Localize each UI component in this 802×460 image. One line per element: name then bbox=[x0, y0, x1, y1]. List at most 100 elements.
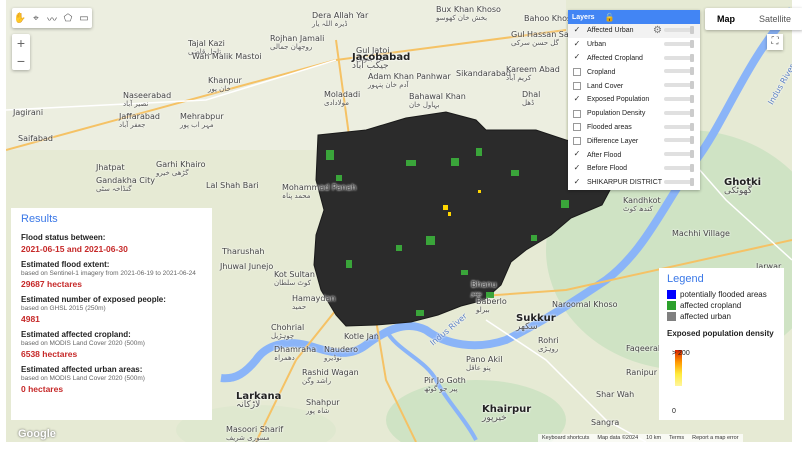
opacity-slider[interactable] bbox=[664, 39, 694, 48]
place-mehrabpur: Mehrabpur مہر اب پور bbox=[180, 112, 224, 129]
hand-icon[interactable]: ✋ bbox=[12, 9, 28, 27]
opacity-slider[interactable] bbox=[664, 67, 694, 76]
urban-value: 0 hectares bbox=[21, 384, 64, 394]
layer-row[interactable]: ✓ Affected Urban ⚙ bbox=[568, 24, 700, 38]
opacity-slider[interactable] bbox=[664, 150, 694, 159]
layer-row[interactable]: Flooded areas bbox=[568, 121, 700, 135]
flood-status-value: 2021-06-15 and 2021-06-30 bbox=[21, 244, 128, 254]
layer-label: Exposed Population bbox=[587, 96, 650, 104]
gear-icon[interactable]: ⚙ bbox=[653, 25, 662, 36]
place-bhanu: Bhanu بھنو bbox=[471, 280, 497, 297]
layer-checkbox[interactable] bbox=[573, 68, 581, 77]
scale-text: 10 km bbox=[646, 435, 662, 441]
lock-icon[interactable]: 🔓 bbox=[605, 13, 615, 22]
layer-checkbox[interactable] bbox=[573, 109, 581, 118]
place-pir-jo-goth: Pir Jo Goth پیر جو گوٹھ bbox=[424, 376, 466, 393]
layer-label: Affected Urban bbox=[587, 27, 634, 35]
place-rashid-wagan: Rashid Wagan راشد وگن bbox=[302, 368, 359, 385]
place-saifabad: Saifabad bbox=[18, 134, 53, 143]
layer-row[interactable]: ✓ Urban bbox=[568, 38, 700, 52]
layer-row[interactable]: ✓ SHIKARPUR DISTRICT bbox=[568, 176, 700, 190]
layer-checkbox[interactable]: ✓ bbox=[573, 150, 581, 159]
place-naudero: Naudero نوڈیرو bbox=[324, 345, 358, 362]
place-sangra: Sangra bbox=[591, 418, 620, 427]
layer-checkbox[interactable]: ✓ bbox=[573, 25, 581, 35]
layer-checkbox[interactable]: ✓ bbox=[573, 53, 581, 62]
polygon-icon[interactable]: ⬠ bbox=[60, 9, 76, 27]
legend-label: potentially flooded areas bbox=[680, 290, 767, 299]
opacity-slider[interactable] bbox=[664, 108, 694, 117]
rectangle-icon[interactable]: ▭ bbox=[76, 9, 92, 27]
place-ranipur: Ranipur bbox=[626, 368, 658, 377]
terms-link[interactable]: Terms bbox=[669, 434, 684, 442]
place-hamaydan: Hamaydan حمید bbox=[292, 294, 336, 311]
legend-panel: Legend potentially flooded areas affecte… bbox=[659, 268, 784, 420]
layer-row[interactable]: Difference Layer bbox=[568, 134, 700, 148]
place-gandakha-city: Gandakha City گنڈاخہ سٹی bbox=[96, 176, 155, 193]
extent-sub: based on Sentinel-1 imagery from 2021-06… bbox=[21, 270, 196, 277]
layer-checkbox[interactable]: ✓ bbox=[573, 163, 581, 173]
people-label: Estimated number of exposed people: bbox=[21, 295, 166, 304]
place-rohri: Rohri روہڑی bbox=[538, 336, 559, 353]
legend-title: Legend bbox=[667, 273, 704, 285]
layer-label: Flooded areas bbox=[587, 123, 632, 131]
fullscreen-icon[interactable]: ⛶ bbox=[767, 34, 783, 50]
marker-icon[interactable]: ⌖ bbox=[28, 9, 44, 27]
layer-row[interactable]: ✓ After Flood bbox=[568, 148, 700, 162]
legend-swatch-urban bbox=[667, 312, 676, 321]
map-type-map-button[interactable]: Map bbox=[705, 8, 747, 30]
people-value: 4981 bbox=[21, 314, 40, 324]
layer-row[interactable]: ✓ Exposed Population bbox=[568, 93, 700, 107]
report-error-link[interactable]: Report a map error bbox=[692, 434, 738, 442]
opacity-slider[interactable] bbox=[664, 53, 694, 62]
map-type-satellite-button[interactable]: Satellite bbox=[747, 8, 802, 30]
keyboard-shortcuts-link[interactable]: Keyboard shortcuts bbox=[542, 434, 589, 442]
urban-sub: based on MODIS Land Cover 2020 (500m) bbox=[21, 375, 145, 382]
legend-label: affected cropland bbox=[680, 301, 742, 310]
place-jacobabad: Jacobabad جیکب آباد bbox=[352, 52, 411, 71]
opacity-slider[interactable] bbox=[664, 177, 694, 186]
layer-checkbox[interactable] bbox=[573, 137, 581, 146]
layer-row[interactable]: Land Cover bbox=[568, 79, 700, 93]
place-jhuwal-junejo: Jhuwal Junejo bbox=[220, 262, 274, 271]
map-data-text: Map data ©2024 bbox=[597, 435, 639, 441]
place-dhamraha: Dhamraha دھمراہ bbox=[274, 345, 317, 362]
opacity-slider[interactable] bbox=[664, 26, 694, 34]
opacity-slider[interactable] bbox=[664, 136, 694, 145]
place-jaffarabad: Jaffarabad جعفر آباد bbox=[119, 112, 160, 129]
place-sukkur: Sukkur سکھر bbox=[516, 313, 556, 332]
layer-row[interactable]: ✓ Affected Cropland bbox=[568, 52, 700, 66]
layer-label: Land Cover bbox=[587, 82, 624, 90]
place-dera-allah-yar: Dera Allah Yar ڈیرہ اللہ یار bbox=[312, 11, 369, 28]
layer-label: SHIKARPUR DISTRICT bbox=[587, 179, 663, 187]
place-shar-wah: Shar Wah bbox=[596, 390, 635, 399]
zoom-out-button[interactable]: − bbox=[12, 52, 30, 70]
place-bux-khan-khoso: Bux Khan Khoso بخش خان کھوسو bbox=[436, 5, 501, 22]
layer-checkbox[interactable] bbox=[573, 123, 581, 132]
polyline-icon[interactable]: 〰 bbox=[44, 9, 60, 27]
zoom-control: + − bbox=[12, 34, 30, 70]
layer-row[interactable]: Cropland bbox=[568, 65, 700, 79]
zoom-in-button[interactable]: + bbox=[12, 34, 30, 52]
layer-row[interactable]: Population Density bbox=[568, 107, 700, 121]
opacity-slider[interactable] bbox=[664, 94, 694, 103]
place-shahpur: Shahpur شاہ پور bbox=[306, 398, 340, 415]
opacity-slider[interactable] bbox=[664, 122, 694, 131]
opacity-slider[interactable] bbox=[664, 81, 694, 90]
layer-checkbox[interactable] bbox=[573, 82, 581, 91]
layer-checkbox[interactable]: ✓ bbox=[573, 39, 581, 49]
layer-checkbox[interactable]: ✓ bbox=[573, 94, 581, 104]
layers-header: Layers 🔓 bbox=[568, 10, 700, 24]
layer-label: Population Density bbox=[587, 110, 646, 118]
place-masoori-sharif: Masoori Sharif مسوری شریف bbox=[226, 425, 284, 442]
legend-item: potentially flooded areas bbox=[667, 290, 776, 299]
place-khairpur: Khairpur خیرپور bbox=[482, 404, 532, 423]
opacity-slider[interactable] bbox=[664, 163, 694, 172]
layer-checkbox[interactable]: ✓ bbox=[573, 177, 581, 187]
cropland-label: Estimated affected cropland: bbox=[21, 330, 131, 339]
layer-row[interactable]: ✓ Before Flood bbox=[568, 162, 700, 176]
place-naseerabad: Naseerabad نصیر آباد bbox=[123, 91, 172, 108]
place-kandhkot: Kandhkot کندھ کوٹ bbox=[623, 196, 661, 213]
map-footer: Keyboard shortcuts Map data ©2024 10 km … bbox=[538, 434, 743, 442]
place-bahawal-khan: Bahawal Khan بہاول خان bbox=[409, 92, 466, 109]
